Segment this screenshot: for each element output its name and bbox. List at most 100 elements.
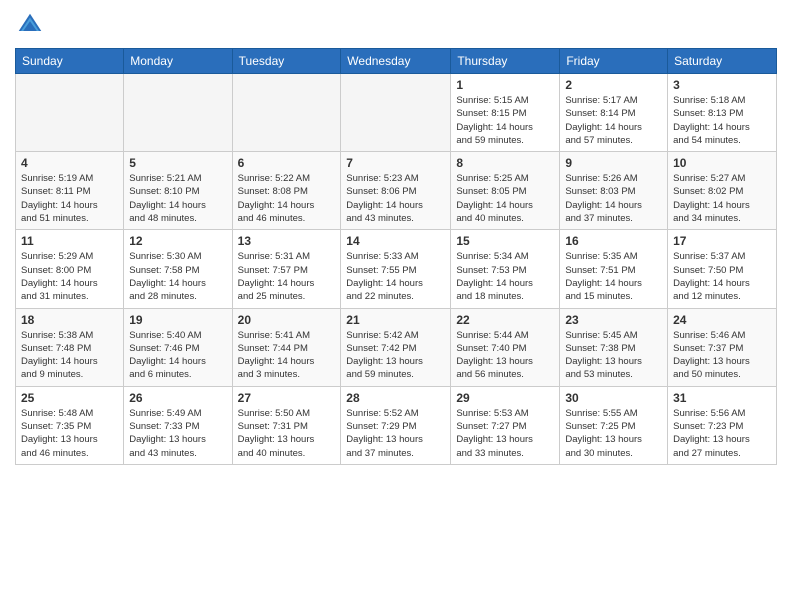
day-info: Sunrise: 5:46 AM Sunset: 7:37 PM Dayligh… (673, 329, 771, 382)
day-number: 31 (673, 391, 771, 405)
calendar-week-5: 25 Sunrise: 5:48 AM Sunset: 7:35 PM Dayli… (16, 386, 777, 464)
page: SundayMondayTuesdayWednesdayThursdayFrid… (0, 0, 792, 475)
calendar-cell: 28Sunrise: 5:52 AM Sunset: 7:29 PM Dayli… (341, 386, 451, 464)
calendar-week-2: 4 Sunrise: 5:19 AM Sunset: 8:11 PM Daylig… (16, 152, 777, 230)
day-info: Sunrise: 5:48 AM Sunset: 7:35 PM Dayligh… (21, 407, 118, 460)
weekday-header-tuesday: Tuesday (232, 49, 341, 74)
day-number: 18 (21, 313, 118, 327)
day-info: Sunrise: 5:34 AM Sunset: 7:53 PM Dayligh… (456, 250, 554, 303)
day-info: Sunrise: 5:41 AM Sunset: 7:44 PM Dayligh… (238, 329, 336, 382)
day-number: 16 (565, 234, 662, 248)
day-info: Sunrise: 5:27 AM Sunset: 8:02 PM Dayligh… (673, 172, 771, 225)
day-info: Sunrise: 5:53 AM Sunset: 7:27 PM Dayligh… (456, 407, 554, 460)
day-number: 14 (346, 234, 445, 248)
weekday-header-saturday: Saturday (668, 49, 777, 74)
calendar-cell: 12Sunrise: 5:30 AM Sunset: 7:58 PM Dayli… (124, 230, 232, 308)
header (15, 10, 777, 40)
calendar-cell: 6 Sunrise: 5:22 AM Sunset: 8:08 PM Daylig… (232, 152, 341, 230)
day-info: Sunrise: 5:19 AM Sunset: 8:11 PM Dayligh… (21, 172, 118, 225)
day-number: 2 (565, 78, 662, 92)
weekday-header-wednesday: Wednesday (341, 49, 451, 74)
day-info: Sunrise: 5:17 AM Sunset: 8:14 PM Dayligh… (565, 94, 662, 147)
day-info: Sunrise: 5:22 AM Sunset: 8:08 PM Dayligh… (238, 172, 336, 225)
weekday-header-sunday: Sunday (16, 49, 124, 74)
day-number: 27 (238, 391, 336, 405)
weekday-header-thursday: Thursday (451, 49, 560, 74)
day-number: 10 (673, 156, 771, 170)
day-info: Sunrise: 5:45 AM Sunset: 7:38 PM Dayligh… (565, 329, 662, 382)
calendar-cell: 4 Sunrise: 5:19 AM Sunset: 8:11 PM Daylig… (16, 152, 124, 230)
day-info: Sunrise: 5:23 AM Sunset: 8:06 PM Dayligh… (346, 172, 445, 225)
day-info: Sunrise: 5:49 AM Sunset: 7:33 PM Dayligh… (129, 407, 226, 460)
day-number: 13 (238, 234, 336, 248)
calendar-cell (341, 74, 451, 152)
calendar-cell: 11Sunrise: 5:29 AM Sunset: 8:00 PM Dayli… (16, 230, 124, 308)
calendar-cell (16, 74, 124, 152)
day-info: Sunrise: 5:42 AM Sunset: 7:42 PM Dayligh… (346, 329, 445, 382)
day-info: Sunrise: 5:30 AM Sunset: 7:58 PM Dayligh… (129, 250, 226, 303)
day-number: 17 (673, 234, 771, 248)
calendar-cell: 26 Sunrise: 5:49 AM Sunset: 7:33 PM Dayli… (124, 386, 232, 464)
calendar-cell: 15 Sunrise: 5:34 AM Sunset: 7:53 PM Dayli… (451, 230, 560, 308)
day-number: 4 (21, 156, 118, 170)
day-number: 1 (456, 78, 554, 92)
calendar-cell: 1 Sunrise: 5:15 AM Sunset: 8:15 PM Daylig… (451, 74, 560, 152)
calendar-cell: 21Sunrise: 5:42 AM Sunset: 7:42 PM Dayli… (341, 308, 451, 386)
day-number: 26 (129, 391, 226, 405)
day-number: 9 (565, 156, 662, 170)
calendar-cell: 10 Sunrise: 5:27 AM Sunset: 8:02 PM Dayli… (668, 152, 777, 230)
day-number: 23 (565, 313, 662, 327)
calendar-cell (124, 74, 232, 152)
day-number: 6 (238, 156, 336, 170)
day-info: Sunrise: 5:31 AM Sunset: 7:57 PM Dayligh… (238, 250, 336, 303)
weekday-header-row: SundayMondayTuesdayWednesdayThursdayFrid… (16, 49, 777, 74)
weekday-header-friday: Friday (560, 49, 668, 74)
day-info: Sunrise: 5:15 AM Sunset: 8:15 PM Dayligh… (456, 94, 554, 147)
calendar-cell: 18 Sunrise: 5:38 AM Sunset: 7:48 PM Dayli… (16, 308, 124, 386)
day-number: 15 (456, 234, 554, 248)
day-number: 5 (129, 156, 226, 170)
calendar-cell: 3 Sunrise: 5:18 AM Sunset: 8:13 PM Daylig… (668, 74, 777, 152)
day-number: 30 (565, 391, 662, 405)
day-info: Sunrise: 5:38 AM Sunset: 7:48 PM Dayligh… (21, 329, 118, 382)
day-info: Sunrise: 5:40 AM Sunset: 7:46 PM Dayligh… (129, 329, 226, 382)
calendar-cell: 24 Sunrise: 5:46 AM Sunset: 7:37 PM Dayli… (668, 308, 777, 386)
calendar-cell: 27 Sunrise: 5:50 AM Sunset: 7:31 PM Dayli… (232, 386, 341, 464)
calendar-cell: 25 Sunrise: 5:48 AM Sunset: 7:35 PM Dayli… (16, 386, 124, 464)
calendar-cell: 19Sunrise: 5:40 AM Sunset: 7:46 PM Dayli… (124, 308, 232, 386)
day-info: Sunrise: 5:25 AM Sunset: 8:05 PM Dayligh… (456, 172, 554, 225)
day-info: Sunrise: 5:35 AM Sunset: 7:51 PM Dayligh… (565, 250, 662, 303)
calendar-week-3: 11Sunrise: 5:29 AM Sunset: 8:00 PM Dayli… (16, 230, 777, 308)
calendar-cell: 31 Sunrise: 5:56 AM Sunset: 7:23 PM Dayli… (668, 386, 777, 464)
calendar-cell: 13 Sunrise: 5:31 AM Sunset: 7:57 PM Dayli… (232, 230, 341, 308)
calendar-cell: 29Sunrise: 5:53 AM Sunset: 7:27 PM Dayli… (451, 386, 560, 464)
calendar-cell: 5 Sunrise: 5:21 AM Sunset: 8:10 PM Daylig… (124, 152, 232, 230)
calendar-cell: 14Sunrise: 5:33 AM Sunset: 7:55 PM Dayli… (341, 230, 451, 308)
day-info: Sunrise: 5:56 AM Sunset: 7:23 PM Dayligh… (673, 407, 771, 460)
day-info: Sunrise: 5:50 AM Sunset: 7:31 PM Dayligh… (238, 407, 336, 460)
calendar-cell: 8 Sunrise: 5:25 AM Sunset: 8:05 PM Daylig… (451, 152, 560, 230)
day-info: Sunrise: 5:44 AM Sunset: 7:40 PM Dayligh… (456, 329, 554, 382)
day-number: 3 (673, 78, 771, 92)
calendar-week-1: 1 Sunrise: 5:15 AM Sunset: 8:15 PM Daylig… (16, 74, 777, 152)
calendar-cell: 17 Sunrise: 5:37 AM Sunset: 7:50 PM Dayli… (668, 230, 777, 308)
day-number: 24 (673, 313, 771, 327)
day-info: Sunrise: 5:37 AM Sunset: 7:50 PM Dayligh… (673, 250, 771, 303)
day-info: Sunrise: 5:26 AM Sunset: 8:03 PM Dayligh… (565, 172, 662, 225)
calendar-cell: 2 Sunrise: 5:17 AM Sunset: 8:14 PM Daylig… (560, 74, 668, 152)
day-number: 25 (21, 391, 118, 405)
day-info: Sunrise: 5:18 AM Sunset: 8:13 PM Dayligh… (673, 94, 771, 147)
logo-icon (15, 10, 45, 40)
calendar-cell (232, 74, 341, 152)
day-info: Sunrise: 5:55 AM Sunset: 7:25 PM Dayligh… (565, 407, 662, 460)
day-number: 20 (238, 313, 336, 327)
logo (15, 10, 49, 40)
day-info: Sunrise: 5:52 AM Sunset: 7:29 PM Dayligh… (346, 407, 445, 460)
calendar-cell: 16 Sunrise: 5:35 AM Sunset: 7:51 PM Dayli… (560, 230, 668, 308)
weekday-header-monday: Monday (124, 49, 232, 74)
calendar-table: SundayMondayTuesdayWednesdayThursdayFrid… (15, 48, 777, 465)
calendar-cell: 9 Sunrise: 5:26 AM Sunset: 8:03 PM Daylig… (560, 152, 668, 230)
day-info: Sunrise: 5:21 AM Sunset: 8:10 PM Dayligh… (129, 172, 226, 225)
day-number: 8 (456, 156, 554, 170)
day-number: 22 (456, 313, 554, 327)
